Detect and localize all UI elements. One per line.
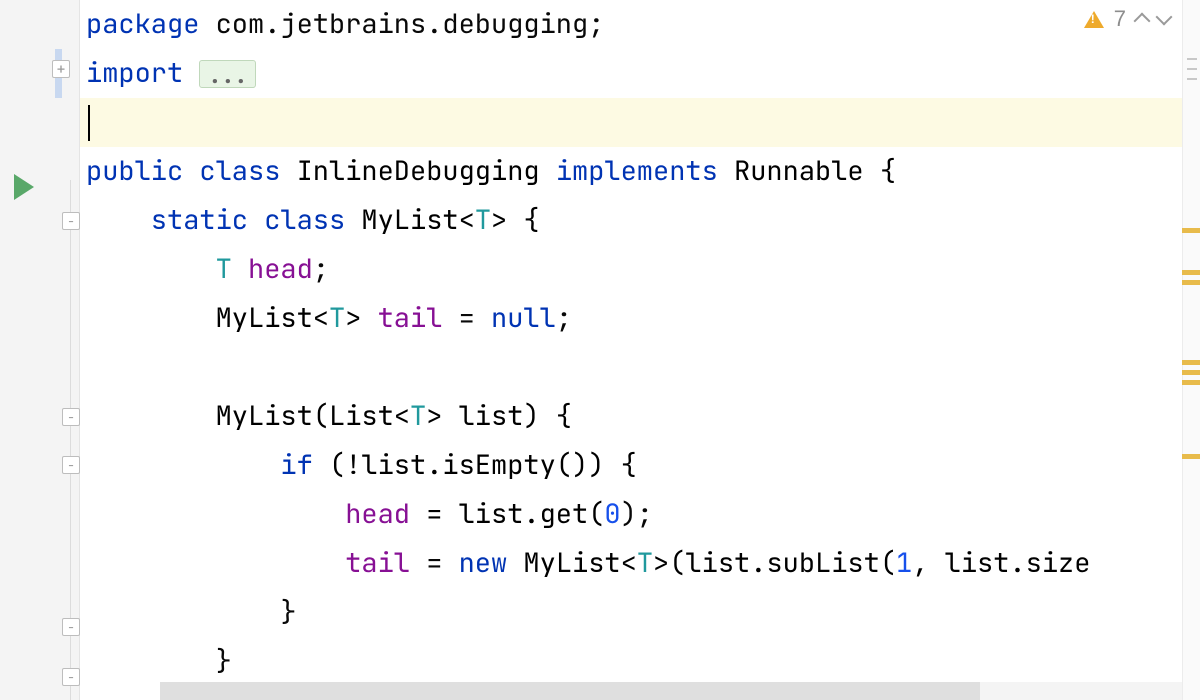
code-line: MyList(List<T> list) { [80,392,1200,441]
fold-collapse-icon[interactable]: − [62,408,80,426]
fold-expand-icon[interactable]: + [52,60,70,78]
fold-collapse-icon[interactable]: − [62,618,80,636]
warning-stripe-mark[interactable] [1182,270,1200,275]
keyword-import: import [86,60,183,87]
fold-collapse-icon[interactable]: − [62,668,80,686]
code-line: static class MyList<T> { [80,196,1200,245]
horizontal-scrollbar[interactable] [160,682,1182,700]
horizontal-scrollbar-thumb[interactable] [160,682,980,700]
code-editor[interactable]: package com.jetbrains.debugging; import … [80,0,1200,700]
code-line: } [80,637,1200,686]
stripe-grip-icon [1187,58,1197,80]
code-line: public class InlineDebugging implements … [80,147,1200,196]
warning-count: 7 [1114,8,1126,30]
code-line: T head; [80,245,1200,294]
warning-icon [1084,11,1104,28]
code-line: head = list.get(0); [80,490,1200,539]
inspection-widget[interactable]: 7 [1084,8,1170,30]
code-line: MyList<T> tail = null; [80,294,1200,343]
folded-imports[interactable]: ... [199,60,256,88]
next-highlight-icon[interactable] [1156,9,1173,26]
run-gutter-icon[interactable] [14,174,34,200]
package-path: com.jetbrains.debugging; [199,11,604,38]
warning-stripe-mark[interactable] [1182,280,1200,285]
prev-highlight-icon[interactable] [1134,13,1151,30]
fold-collapse-icon[interactable]: − [62,456,80,474]
error-stripe[interactable] [1182,0,1200,700]
fold-collapse-icon[interactable]: − [62,212,80,230]
code-line: import ... [80,49,1200,98]
warning-stripe-mark[interactable] [1182,370,1200,375]
code-line: if (!list.isEmpty()) { [80,441,1200,490]
code-line [80,343,1200,392]
keyword-package: package [86,11,199,38]
warning-stripe-mark[interactable] [1182,454,1200,459]
current-line[interactable] [80,98,1200,147]
code-line: tail = new MyList<T>(list.subList(1, lis… [80,539,1200,588]
warning-stripe-mark[interactable] [1182,360,1200,365]
warning-stripe-mark[interactable] [1182,228,1200,233]
code-line: } [80,588,1200,637]
warning-stripe-mark[interactable] [1182,380,1200,385]
code-line: package com.jetbrains.debugging; [80,0,1200,49]
editor-gutter[interactable]: + − − − − − [0,0,80,700]
